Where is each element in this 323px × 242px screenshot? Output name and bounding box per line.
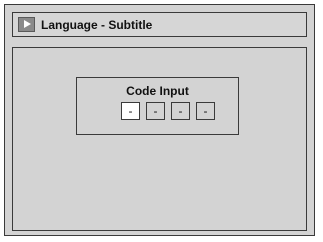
code-digit-4[interactable]: -: [196, 102, 215, 120]
play-icon: [18, 17, 35, 32]
code-digit-1[interactable]: -: [121, 102, 140, 120]
content-panel: Code Input - - - -: [12, 47, 307, 231]
code-digits: - - - -: [121, 102, 215, 120]
page-title: Language - Subtitle: [41, 17, 153, 32]
code-input-dialog: Code Input - - - -: [76, 77, 239, 135]
title-bar: Language - Subtitle: [12, 12, 307, 37]
code-digit-3[interactable]: -: [171, 102, 190, 120]
code-digit-2[interactable]: -: [146, 102, 165, 120]
menu-screen: Language - Subtitle Code Input - - - -: [4, 4, 315, 236]
code-input-title: Code Input: [126, 84, 189, 98]
